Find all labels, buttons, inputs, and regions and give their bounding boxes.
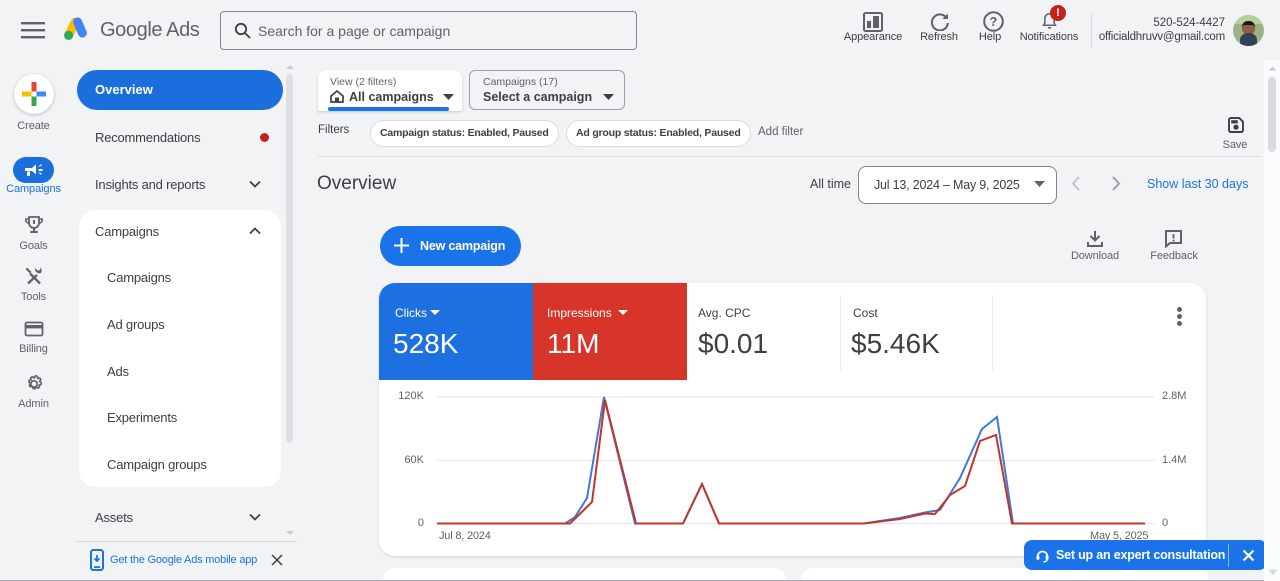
- svg-text:?: ?: [990, 15, 998, 29]
